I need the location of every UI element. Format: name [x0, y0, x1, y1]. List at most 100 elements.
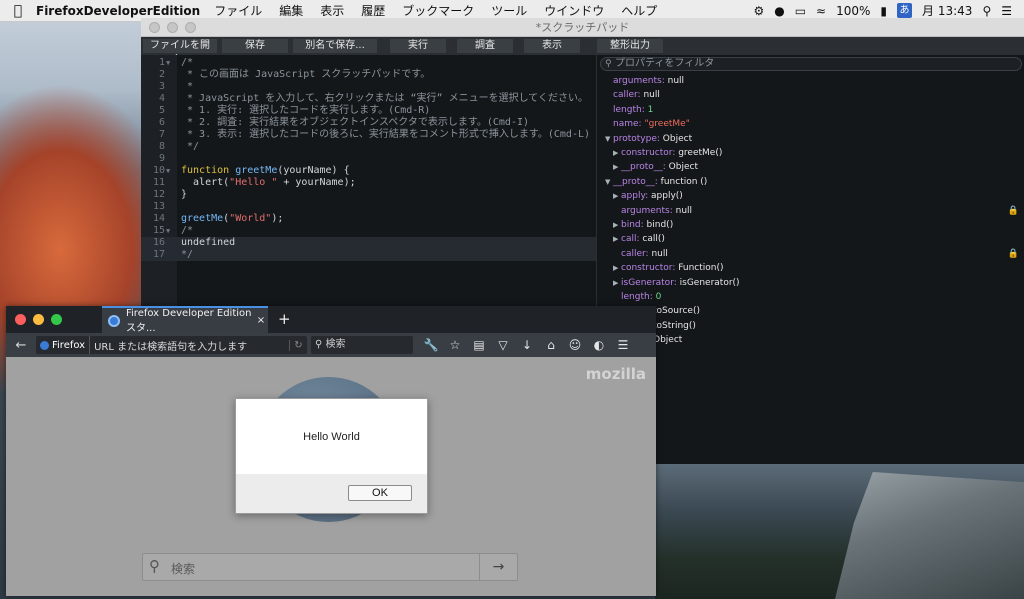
menu-bookmarks[interactable]: ブックマーク: [402, 2, 474, 19]
reload-icon[interactable]: ↻: [289, 339, 307, 351]
code-line[interactable]: 15 ▼ /*: [141, 225, 596, 237]
reading-list-icon[interactable]: ▤: [467, 338, 491, 352]
display-button[interactable]: 表示: [524, 39, 580, 53]
new-tab-button[interactable]: +: [278, 310, 291, 328]
wifi-icon[interactable]: ≈: [816, 4, 826, 18]
code-line[interactable]: 8 */: [141, 141, 596, 153]
property-row[interactable]: ▼ prototype: Object: [597, 132, 1024, 146]
code-line[interactable]: 5 * 1. 実行: 選択したコードを実行します。(Cmd-R): [141, 105, 596, 117]
expanded-arrow-icon[interactable]: ▼: [605, 175, 610, 189]
menu-tools[interactable]: ツール: [491, 2, 527, 19]
battery-icon[interactable]: ▮: [880, 4, 887, 18]
notification-icon[interactable]: ⚙: [753, 4, 764, 18]
zoom-window-icon[interactable]: [51, 314, 62, 325]
search-go-arrow-icon[interactable]: →: [479, 554, 517, 580]
property-row[interactable]: name: "greetMe": [597, 117, 1024, 131]
property-row[interactable]: ▶ constructor: Function(): [597, 261, 1024, 275]
code-line[interactable]: 1 ▼ /*: [141, 57, 596, 69]
code-line[interactable]: 6 * 2. 調査: 実行結果をオブジェクトインスペクタで表示します。(Cmd-…: [141, 117, 596, 129]
expanded-arrow-icon[interactable]: ▼: [605, 132, 610, 146]
property-row[interactable]: arguments: null 🔒: [597, 204, 1024, 218]
url-input[interactable]: URL または検索語句を入力します: [90, 338, 289, 353]
home-search-input[interactable]: 検索: [171, 560, 195, 577]
inspect-button[interactable]: 調査: [457, 39, 513, 53]
property-row[interactable]: ▶ constructor: greetMe(): [597, 146, 1024, 160]
save-as-button[interactable]: 別名で保存...: [293, 39, 377, 53]
developer-tools-wrench-icon[interactable]: 🔧: [419, 338, 443, 352]
code-line[interactable]: 11 alert("Hello " + yourName);: [141, 177, 596, 189]
code-line[interactable]: 17 */: [141, 249, 596, 261]
property-row[interactable]: ▶ isGenerator: isGenerator(): [597, 276, 1024, 290]
code-line[interactable]: 16 undefined: [141, 237, 596, 249]
menu-history[interactable]: 履歴: [361, 2, 385, 19]
run-button[interactable]: 実行: [390, 39, 446, 53]
property-row[interactable]: ▶ apply: apply(): [597, 189, 1024, 203]
pocket-icon[interactable]: ▽: [491, 338, 515, 352]
code-line[interactable]: 12}: [141, 189, 596, 201]
home-icon[interactable]: ⌂: [539, 338, 563, 352]
tab-start-page[interactable]: Firefox Developer Edition スタ... ×: [102, 306, 268, 334]
ok-button[interactable]: OK: [348, 485, 412, 501]
airplay-icon[interactable]: ▭: [795, 4, 806, 18]
property-row[interactable]: length: 1: [597, 103, 1024, 117]
minimize-window-icon[interactable]: [33, 314, 44, 325]
collapsed-arrow-icon[interactable]: ▶: [613, 218, 618, 232]
balloon-icon[interactable]: ●: [774, 4, 784, 18]
back-arrow-icon[interactable]: ←: [6, 338, 36, 353]
code-line[interactable]: 13: [141, 201, 596, 213]
menu-help[interactable]: ヘルプ: [621, 2, 657, 19]
bookmark-star-icon[interactable]: ☆: [443, 338, 467, 352]
save-button[interactable]: 保存: [222, 39, 288, 53]
code-line[interactable]: 4 * JavaScript を入力して、右クリックまたは “実行” メニューを…: [141, 93, 596, 105]
input-method-icon[interactable]: あ: [897, 3, 913, 18]
property-row[interactable]: arguments: null: [597, 74, 1024, 88]
hello-chat-icon[interactable]: ☺: [563, 338, 587, 352]
code-line[interactable]: 9: [141, 153, 596, 165]
pretty-print-button[interactable]: 整形出力: [597, 39, 663, 53]
collapsed-arrow-icon[interactable]: ▶: [613, 160, 618, 174]
property-row[interactable]: caller: null: [597, 88, 1024, 102]
notification-center-icon[interactable]: ☰: [1001, 4, 1012, 18]
close-window-icon[interactable]: [15, 314, 26, 325]
collapsed-arrow-icon[interactable]: ▶: [613, 189, 618, 203]
minimize-window-icon[interactable]: [167, 22, 178, 33]
property-row[interactable]: Object: [597, 333, 1024, 347]
code-line[interactable]: 10 ▼ function greetMe(yourName) {: [141, 165, 596, 177]
property-row[interactable]: toString(): [597, 319, 1024, 333]
code-line[interactable]: 3 *: [141, 81, 596, 93]
scratchpad-titlebar[interactable]: *スクラッチパッド: [141, 18, 1024, 37]
app-name-menu[interactable]: FirefoxDeveloperEdition: [36, 4, 200, 18]
collapsed-arrow-icon[interactable]: ▶: [613, 261, 618, 275]
fold-arrow-icon[interactable]: ▼: [166, 225, 170, 237]
property-row[interactable]: toSource(): [597, 304, 1024, 318]
code-line[interactable]: 7 * 3. 表示: 選択したコードの後ろに、実行結果をコメント形式で挿入します…: [141, 129, 596, 141]
property-row[interactable]: ▶ __proto__: Object: [597, 160, 1024, 174]
home-search-box[interactable]: ⚲ 検索 →: [142, 553, 518, 581]
property-row[interactable]: ▶ call: call(): [597, 232, 1024, 246]
menu-file[interactable]: ファイル: [214, 2, 262, 19]
close-window-icon[interactable]: [149, 22, 160, 33]
hamburger-menu-icon[interactable]: ☰: [611, 338, 635, 352]
property-row[interactable]: ▼ __proto__: function (): [597, 175, 1024, 189]
zoom-window-icon[interactable]: [185, 22, 196, 33]
code-line[interactable]: 2 * この画面は JavaScript スクラッチパッドです。: [141, 69, 596, 81]
identity-box[interactable]: Firefox: [36, 336, 91, 354]
clock[interactable]: 月 13:43: [922, 2, 972, 19]
search-bar[interactable]: ⚲ 検索: [311, 336, 413, 354]
property-row[interactable]: caller: null 🔒: [597, 247, 1024, 261]
menu-view[interactable]: 表示: [320, 2, 344, 19]
sync-icon[interactable]: ◐: [587, 338, 611, 352]
close-tab-icon[interactable]: ×: [254, 315, 268, 326]
collapsed-arrow-icon[interactable]: ▶: [613, 276, 618, 290]
fold-arrow-icon[interactable]: ▼: [166, 57, 170, 69]
property-row[interactable]: ▶ bind: bind(): [597, 218, 1024, 232]
apple-menu-icon[interactable]: : [0, 3, 36, 19]
code-line[interactable]: 14 greetMe("World");: [141, 213, 596, 225]
collapsed-arrow-icon[interactable]: ▶: [613, 232, 618, 246]
menu-window[interactable]: ウインドウ: [544, 2, 604, 19]
spotlight-search-icon[interactable]: ⚲: [982, 4, 991, 18]
url-bar[interactable]: Firefox URL または検索語句を入力します ↻: [36, 336, 307, 354]
menu-edit[interactable]: 編集: [279, 2, 303, 19]
property-row[interactable]: length: 0: [597, 290, 1024, 304]
open-file-button[interactable]: ファイルを開く...: [143, 39, 217, 65]
